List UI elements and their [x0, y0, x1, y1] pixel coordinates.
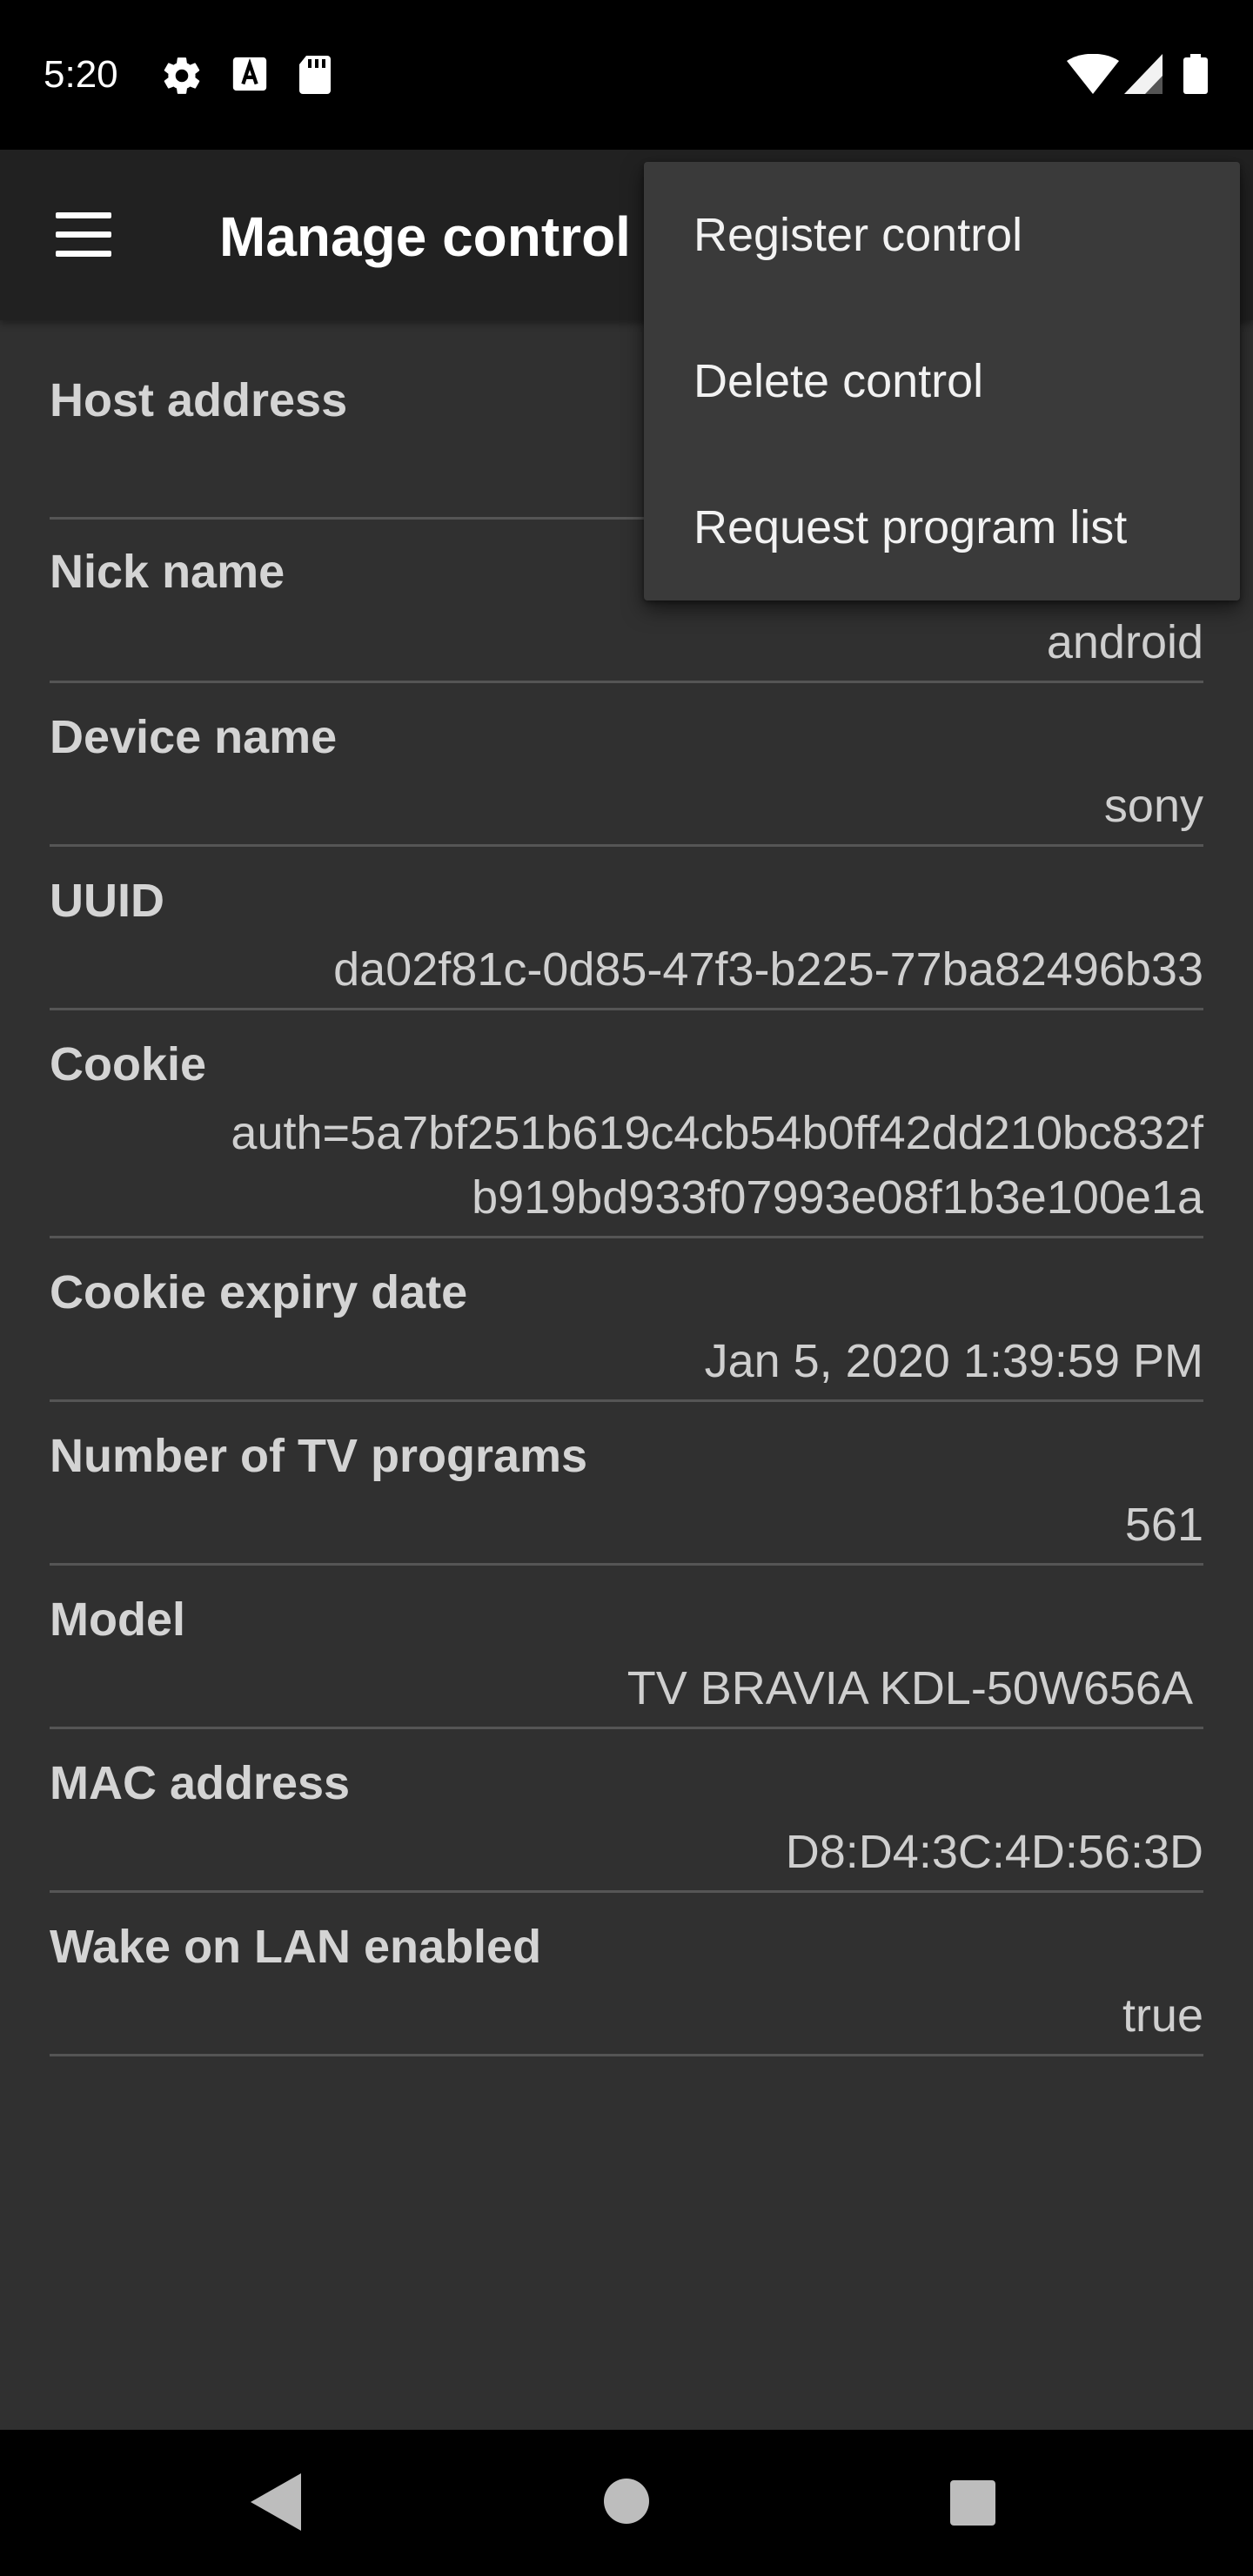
field-value-line2: b919bd933f07993e08f1b3e100e1a [472, 1171, 1203, 1224]
field-label: Cookie expiry date [50, 1266, 468, 1318]
back-icon[interactable] [251, 2473, 301, 2531]
field-value: true [1122, 1989, 1203, 2042]
field-label: Wake on LAN enabled [50, 1921, 542, 1973]
navigation-bar [0, 2430, 1253, 2576]
field-label: Model [50, 1593, 185, 1646]
menu-item-register-control[interactable]: Register control [644, 162, 1240, 308]
field-number-of-tv-programs[interactable]: Number of TV programs 561 [50, 1402, 1203, 1566]
battery-icon [1183, 54, 1208, 94]
signal-icon [1124, 54, 1163, 94]
menu-item-request-program-list[interactable]: Request program list [644, 454, 1240, 600]
field-cookie[interactable]: Cookie auth=5a7bf251b619c4cb54b0ff42dd21… [50, 1010, 1203, 1238]
field-label: MAC address [50, 1757, 351, 1809]
field-label: Nick name [50, 546, 285, 598]
field-value-line1: auth=5a7bf251b619c4cb54b0ff42dd210bc832f [231, 1107, 1203, 1159]
field-mac-address[interactable]: MAC address D8:D4:3C:4D:56:3D [50, 1729, 1203, 1893]
field-label: Cookie [50, 1038, 207, 1090]
overflow-menu: Register control Delete control Request … [644, 162, 1240, 600]
field-label: Number of TV programs [50, 1430, 588, 1482]
field-value: TV BRAVIA KDL-50W656A [626, 1662, 1203, 1714]
field-value: android [1046, 616, 1203, 668]
field-uuid[interactable]: UUID da02f81c-0d85-47f3-b225-77ba82496b3… [50, 847, 1203, 1010]
page-title: Manage control [219, 205, 631, 268]
field-label: Host address [50, 374, 348, 426]
field-label: Device name [50, 711, 338, 763]
field-value: Jan 5, 2020 1:39:59 PM [704, 1335, 1203, 1387]
home-icon[interactable] [604, 2479, 649, 2524]
field-cookie-expiry-date[interactable]: Cookie expiry date Jan 5, 2020 1:39:59 P… [50, 1238, 1203, 1402]
field-value: D8:D4:3C:4D:56:3D [785, 1826, 1203, 1878]
field-device-name[interactable]: Device name sony [50, 683, 1203, 847]
field-model[interactable]: Model TV BRAVIA KDL-50W656A [50, 1566, 1203, 1729]
sd-card-icon [299, 56, 331, 94]
field-value: da02f81c-0d85-47f3-b225-77ba82496b33 [333, 943, 1203, 996]
field-value: 561 [1124, 1499, 1203, 1551]
field-value: sony [1103, 780, 1203, 832]
gear-icon [164, 57, 200, 94]
field-wake-on-lan-enabled[interactable]: Wake on LAN enabled true [50, 1893, 1203, 2056]
status-bar: 5:20 [0, 0, 1253, 150]
field-label: UUID [50, 875, 164, 927]
wifi-icon [1067, 54, 1119, 94]
menu-item-delete-control[interactable]: Delete control [644, 308, 1240, 454]
a-icon [232, 57, 267, 91]
recents-icon[interactable] [950, 2480, 995, 2526]
status-time: 5:20 [44, 53, 118, 96]
hamburger-icon[interactable] [47, 200, 122, 270]
